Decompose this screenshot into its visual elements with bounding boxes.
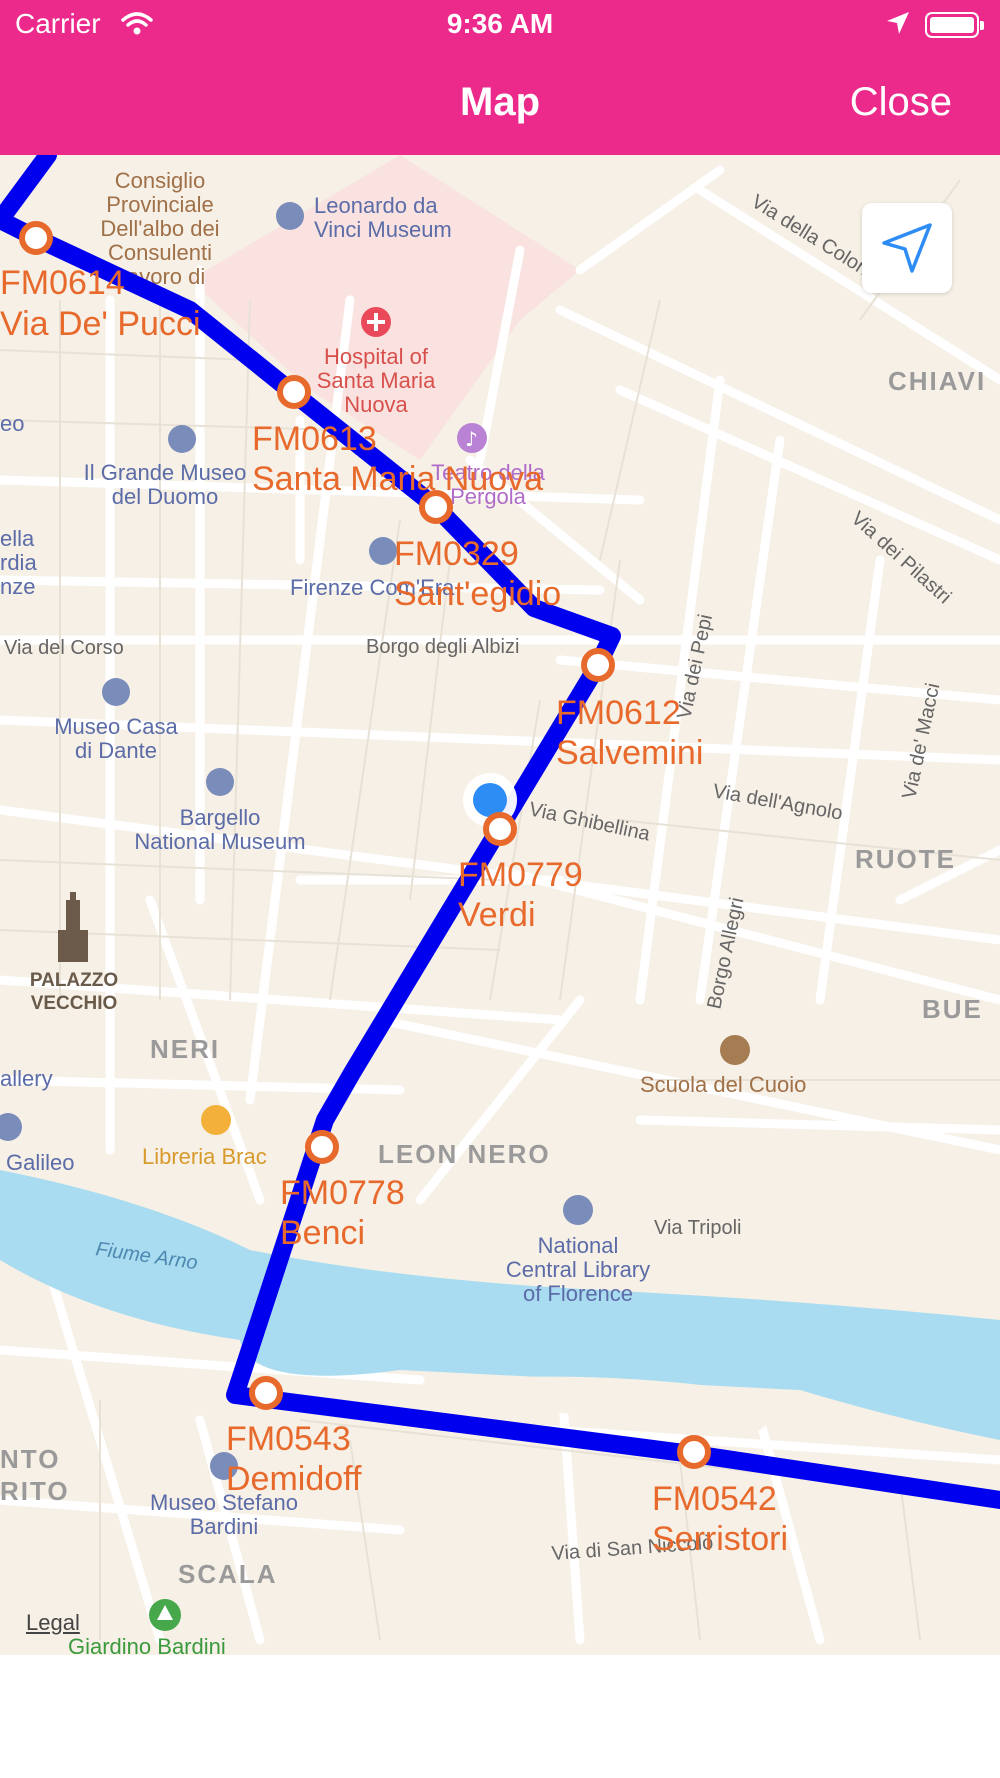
book-icon xyxy=(563,1195,593,1225)
stop-marker[interactable] xyxy=(249,1376,283,1410)
place-label: Galileo xyxy=(6,1150,74,1175)
school-icon xyxy=(720,1035,750,1065)
place-label: ella rdia nze xyxy=(0,526,37,599)
stop-marker[interactable] xyxy=(305,1130,339,1164)
place-label: eo xyxy=(0,411,24,436)
stop-code: FM0543 xyxy=(226,1420,351,1458)
stop-name: Serristori xyxy=(652,1520,788,1558)
location-arrow-icon xyxy=(885,10,911,43)
street-label: Borgo degli Albizi xyxy=(366,636,519,658)
area-label: NTO xyxy=(0,1444,60,1474)
stop-name: Salvemini xyxy=(556,734,703,772)
stop-code: FM0329 xyxy=(394,535,519,573)
place-label: Libreria Brac xyxy=(142,1144,267,1169)
map-canvas[interactable]: ♪ CHIAVI RUOTE BUE NERI LEON NERO SCALA … xyxy=(0,155,1000,1655)
place-label: Giardino Bardini xyxy=(68,1634,226,1655)
stop-code: FM0778 xyxy=(280,1174,405,1212)
map-view[interactable]: ♪ CHIAVI RUOTE BUE NERI LEON NERO SCALA … xyxy=(0,155,1000,1655)
area-label: CHIAVI xyxy=(888,366,986,396)
locate-me-button[interactable] xyxy=(862,203,952,293)
book-icon xyxy=(201,1105,231,1135)
stop-code: FM0612 xyxy=(556,694,681,732)
street-label: Via del Corso xyxy=(4,637,124,659)
svg-text:♪: ♪ xyxy=(465,427,478,451)
bottom-area xyxy=(0,1655,1000,1778)
stop-name: Santa Maria Nuova xyxy=(252,460,543,498)
stop-marker[interactable] xyxy=(483,812,517,846)
status-bar: Carrier 9:36 AM xyxy=(0,0,1000,50)
place-label: allery xyxy=(0,1066,53,1091)
battery-icon xyxy=(925,12,984,38)
navigation-arrow-icon xyxy=(882,223,932,273)
area-label: RITO xyxy=(0,1476,70,1506)
stop-marker[interactable] xyxy=(581,648,615,682)
stop-code: FM0614 xyxy=(0,264,125,302)
stop-name: Demidoff xyxy=(226,1460,362,1498)
close-button[interactable]: Close xyxy=(850,80,952,125)
street-label: Via Tripoli xyxy=(654,1217,741,1239)
navigation-bar: Carrier 9:36 AM Map Close xyxy=(0,0,1000,155)
area-label: RUOTE xyxy=(855,844,956,874)
stop-code: FM0613 xyxy=(252,420,377,458)
stop-name: Benci xyxy=(280,1214,365,1252)
stop-marker[interactable] xyxy=(19,221,53,255)
place-label: Leonardo da Vinci Museum xyxy=(314,193,452,242)
stop-name: Verdi xyxy=(458,896,536,934)
stop-code: FM0779 xyxy=(458,856,583,894)
stop-marker[interactable] xyxy=(677,1435,711,1469)
legal-link[interactable]: Legal xyxy=(26,1610,80,1636)
stop-name: Sant'egidio xyxy=(394,575,561,613)
place-label: Scuola del Cuoio xyxy=(640,1072,806,1097)
area-label: SCALA xyxy=(178,1559,278,1589)
stop-marker[interactable] xyxy=(277,375,311,409)
area-label: LEON NERO xyxy=(378,1139,551,1169)
stop-name: Via De' Pucci xyxy=(0,305,201,343)
area-label: NERI xyxy=(150,1034,220,1064)
area-label: BUE xyxy=(922,994,983,1024)
status-time: 9:36 AM xyxy=(446,8,554,39)
stop-code: FM0542 xyxy=(652,1480,777,1518)
